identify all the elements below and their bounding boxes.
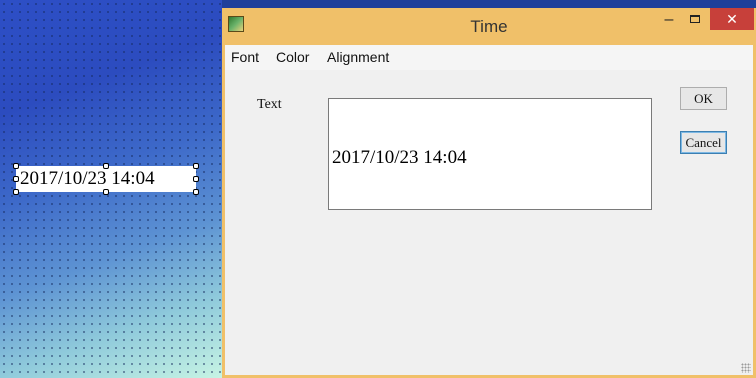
resize-handle-bottom-right[interactable]: [193, 189, 199, 195]
menu-color[interactable]: Color: [276, 45, 309, 70]
menu-alignment[interactable]: Alignment: [327, 45, 389, 70]
resize-handle-bottom-left[interactable]: [13, 189, 19, 195]
dialog-client-area: Font Color Alignment Text 2017/10/23 14:…: [225, 45, 753, 375]
resize-handle-middle-left[interactable]: [13, 176, 19, 182]
menu-font[interactable]: Font: [231, 45, 259, 70]
minimize-button[interactable]: –: [656, 10, 682, 32]
text-input-value: 2017/10/23 14:04: [332, 147, 467, 168]
resize-handle-bottom-middle[interactable]: [103, 189, 109, 195]
ok-button[interactable]: OK: [680, 87, 727, 110]
menu-bar: Font Color Alignment: [225, 45, 753, 70]
close-button[interactable]: ✕: [710, 8, 754, 30]
resize-handle-top-left[interactable]: [13, 163, 19, 169]
maximize-button[interactable]: [682, 10, 708, 32]
time-dialog: Time – ✕ Font Color Alignment Text 2017/…: [222, 8, 756, 378]
text-field-label: Text: [257, 97, 282, 112]
resize-handle-middle-right[interactable]: [193, 176, 199, 182]
cancel-button[interactable]: Cancel: [680, 131, 727, 154]
resize-grip-icon[interactable]: [741, 363, 751, 373]
design-canvas[interactable]: 2017/10/23 14:04: [0, 0, 222, 378]
resize-handle-top-right[interactable]: [193, 163, 199, 169]
resize-handle-top-middle[interactable]: [103, 163, 109, 169]
title-bar[interactable]: Time – ✕: [222, 8, 756, 45]
maximize-icon: [690, 15, 700, 23]
text-input[interactable]: 2017/10/23 14:04: [328, 98, 652, 210]
